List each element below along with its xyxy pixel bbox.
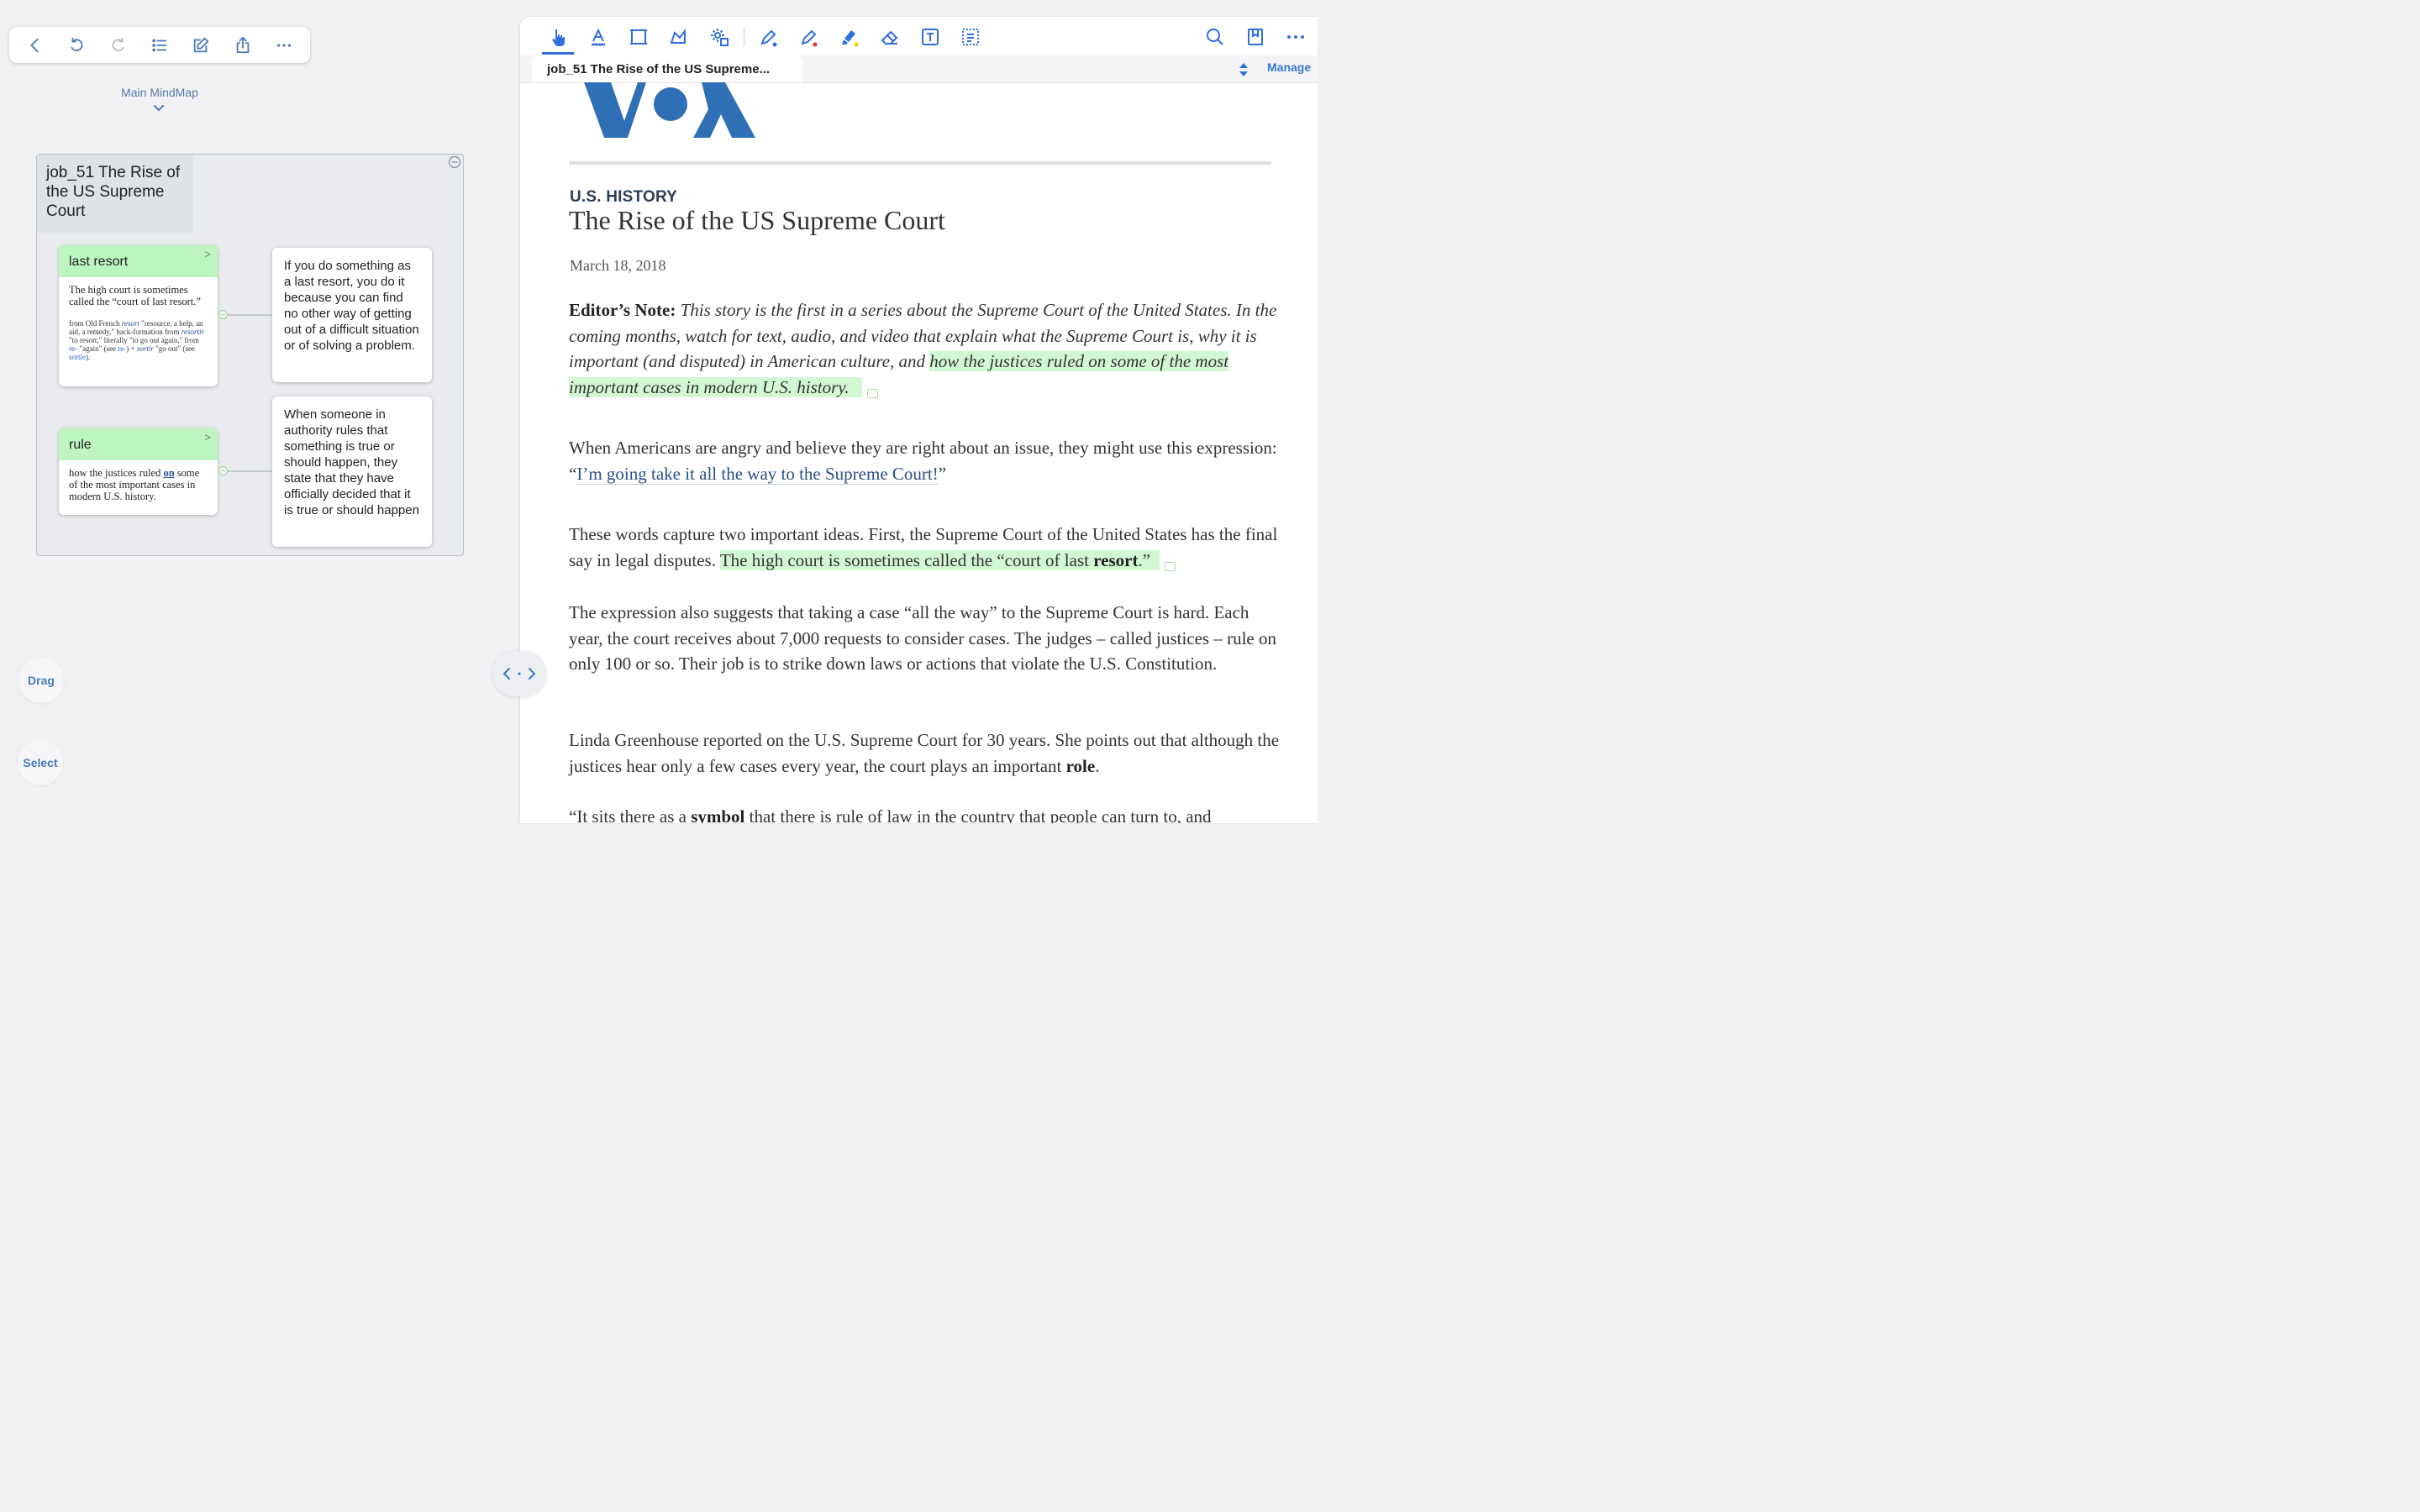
term-header: rule >: [59, 428, 218, 460]
pointer-tool[interactable]: [546, 25, 570, 49]
term-header: last resort >: [59, 245, 218, 277]
paragraph[interactable]: When Americans are angry and believe the…: [569, 435, 1280, 486]
mindmap-pane: Main MindMap job_51 The Rise of the US S…: [0, 0, 519, 823]
voa-logo: [584, 82, 755, 138]
article-date: March 18, 2018: [570, 257, 666, 274]
paragraph[interactable]: The expression also suggests that taking…: [569, 600, 1280, 677]
mindmap-toolbar: [9, 27, 310, 63]
outline-button[interactable]: [145, 30, 175, 60]
document-pane: job_51 The Rise of the US Supreme... Man…: [520, 17, 1318, 823]
edit-button[interactable]: [186, 30, 216, 60]
lasso-icon: [670, 29, 686, 44]
chevron-right-icon[interactable]: >: [204, 249, 211, 260]
more-icon: [277, 43, 292, 47]
article-headline: The Rise of the US Supreme Court: [569, 205, 945, 235]
root-topic[interactable]: job_51 The Rise of the US Supreme Court: [37, 155, 193, 233]
lasso-tool[interactable]: [667, 25, 691, 49]
collapse-icon[interactable]: [448, 155, 461, 169]
highlighter-tool[interactable]: [838, 25, 861, 49]
term-etymology: from Old French resort "resource, a help…: [69, 319, 204, 361]
rectangle-select-tool[interactable]: [627, 25, 650, 49]
back-button[interactable]: [20, 30, 50, 60]
chevron-right-icon[interactable]: >: [204, 432, 211, 444]
editors-note-paragraph[interactable]: Editor’s Note: This story is the first i…: [569, 297, 1280, 400]
search-icon: [1207, 29, 1223, 45]
drag-button[interactable]: Drag: [18, 658, 64, 703]
definition-card[interactable]: If you do something as a last resort, yo…: [272, 248, 432, 382]
share-icon: [236, 36, 250, 53]
document-tabbar: job_51 The Rise of the US Supreme...: [520, 55, 1318, 83]
text-box-tool[interactable]: [918, 25, 942, 49]
article-category[interactable]: U.S. HISTORY: [570, 188, 677, 207]
chevron-left-icon: [29, 38, 39, 52]
active-tool-indicator: [542, 52, 574, 55]
collapse-dot[interactable]: [218, 466, 228, 475]
term-body: how the justices ruled on some of the mo…: [69, 467, 200, 502]
list-icon: [152, 39, 167, 51]
text-select-icon: [962, 29, 979, 45]
pen-tool[interactable]: [757, 25, 781, 49]
eraser-tool[interactable]: [878, 25, 902, 49]
term-example: The high court is sometimes called the “…: [69, 284, 201, 307]
highlighted-text[interactable]: The high court is sometimes called the “…: [719, 549, 1160, 570]
definition-card[interactable]: When someone in authority rules that som…: [272, 396, 432, 547]
pen-icon: [760, 29, 777, 47]
bookmark-button[interactable]: [1244, 25, 1267, 49]
text-box-icon: [922, 29, 939, 45]
resize-arrows-icon: [502, 668, 536, 680]
annotation-toolbar: [520, 17, 1318, 55]
highlighter-icon: [842, 30, 859, 47]
document-tab[interactable]: job_51 The Rise of the US Supreme...: [532, 55, 802, 82]
redo-button[interactable]: [103, 30, 134, 60]
gear-icon: [711, 29, 729, 46]
connector-line: [224, 470, 272, 472]
mindmap-canvas[interactable]: job_51 The Rise of the US Supreme Court …: [36, 154, 464, 556]
pencil-icon: [801, 29, 818, 47]
share-button[interactable]: [228, 30, 258, 60]
term-body: The high court is sometimes called the “…: [59, 277, 218, 368]
mindmap-breadcrumb[interactable]: Main MindMap: [92, 86, 227, 99]
collapse-dot[interactable]: [218, 310, 228, 319]
connector-line: [224, 314, 272, 316]
more-icon: [1287, 35, 1304, 39]
sort-icon[interactable]: [1237, 60, 1250, 79]
bookmark-icon: [1248, 29, 1263, 45]
search-button[interactable]: [1203, 25, 1227, 49]
rectangle-select-icon: [630, 29, 647, 45]
paragraph[interactable]: Linda Greenhouse reported on the U.S. Su…: [569, 727, 1280, 779]
more-options-button[interactable]: [1284, 25, 1307, 49]
term-label: last resort: [69, 255, 129, 269]
term-card-last-resort[interactable]: last resort > The high court is sometime…: [59, 245, 218, 386]
settings-tool[interactable]: [708, 25, 731, 49]
undo-button[interactable]: [61, 30, 92, 60]
undo-icon: [71, 37, 83, 51]
chevron-down-icon[interactable]: [152, 104, 166, 113]
term-label: rule: [69, 438, 92, 452]
text-underline-icon: [592, 28, 605, 46]
quoted-link[interactable]: I’m going take it all the way to the Sup…: [576, 463, 939, 485]
redo-icon: [112, 37, 124, 51]
term-card-rule[interactable]: rule > how the justices ruled on some of…: [59, 428, 218, 515]
paragraph[interactable]: These words capture two important ideas.…: [569, 522, 1280, 573]
note-icon[interactable]: [867, 388, 879, 398]
paragraph[interactable]: “It sits there as a symbol that there is…: [569, 804, 1280, 823]
hand-pointer-icon: [552, 29, 565, 46]
eraser-icon: [881, 30, 898, 45]
select-button[interactable]: Select: [18, 740, 63, 785]
note-icon[interactable]: [1164, 561, 1176, 571]
header-rule: [569, 161, 1271, 165]
pencil-tool[interactable]: [797, 25, 821, 49]
more-button[interactable]: [269, 30, 299, 60]
edit-icon: [194, 37, 209, 52]
manage-button[interactable]: Manage: [1267, 60, 1311, 74]
split-view-handle[interactable]: [492, 651, 546, 696]
text-select-tool[interactable]: [959, 25, 982, 49]
text-highlight-tool[interactable]: [587, 25, 610, 49]
